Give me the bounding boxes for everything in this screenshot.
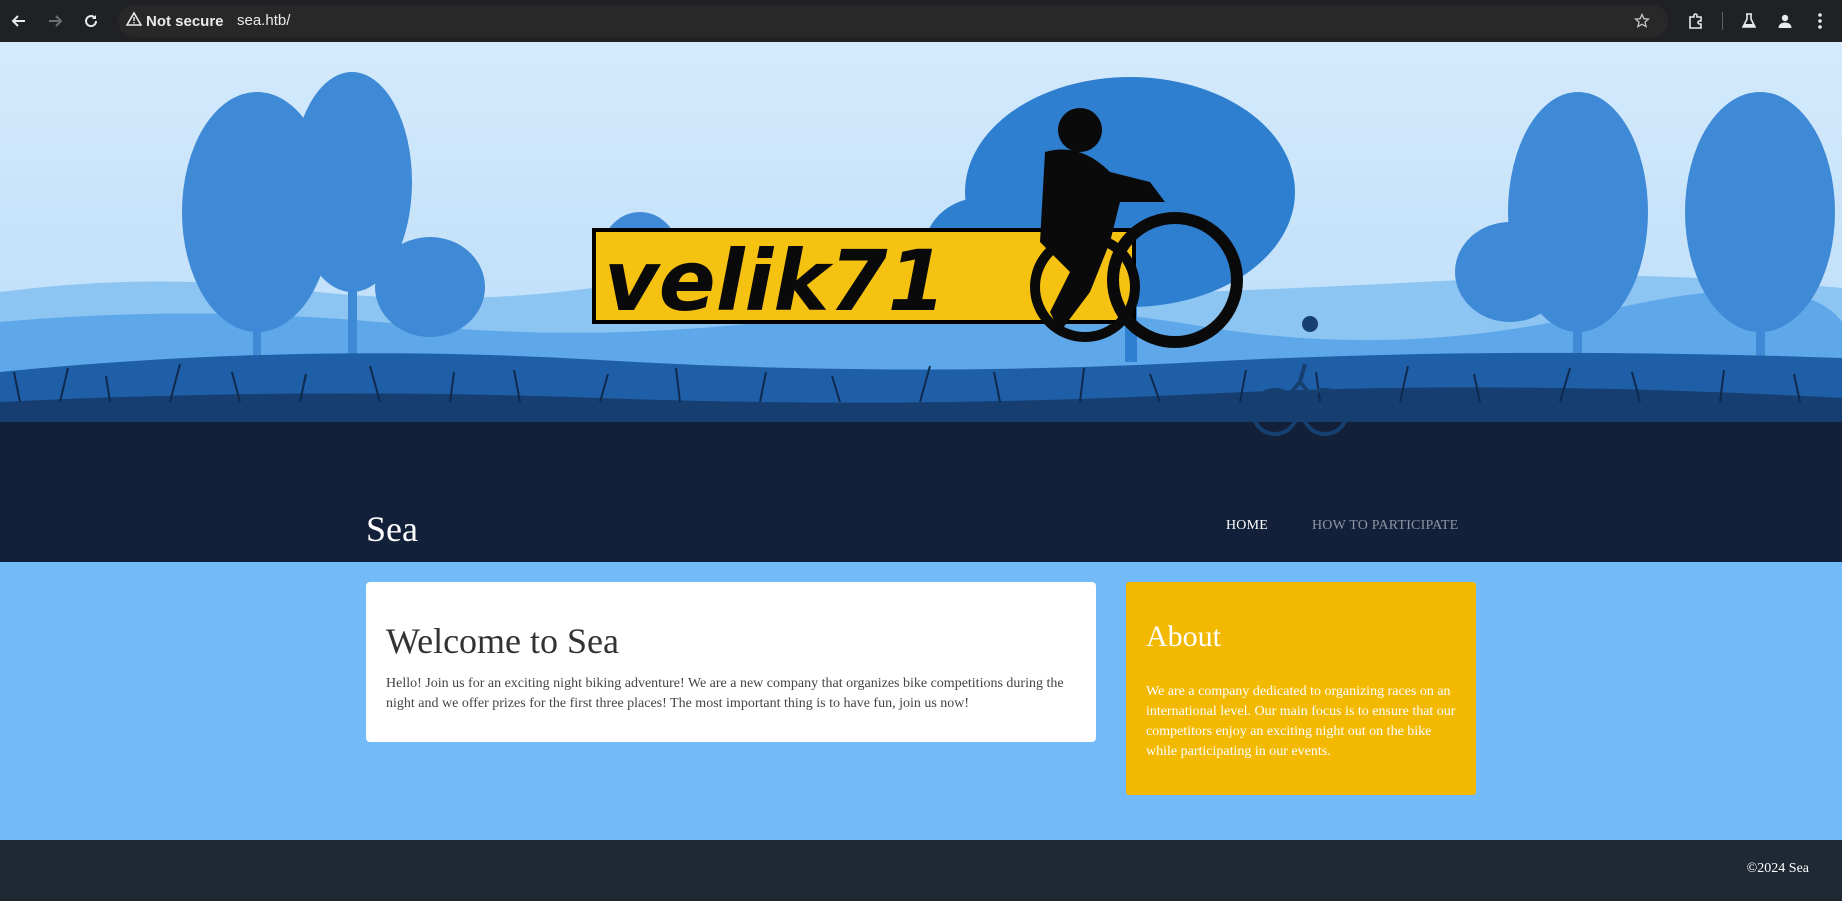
- star-icon[interactable]: [1630, 9, 1654, 33]
- welcome-card: Welcome to Sea Hello! Join us for an exc…: [366, 582, 1096, 742]
- web-page: velik71 Sea HOME HOW TO PARTICIPATE Welc…: [0, 42, 1842, 901]
- browser-toolbar: Not secure sea.htb/: [0, 0, 1842, 42]
- about-heading: About: [1146, 620, 1221, 653]
- arrow-right-icon[interactable]: [43, 9, 67, 33]
- security-label: Not secure: [146, 12, 224, 30]
- address-bar[interactable]: Not secure sea.htb/: [118, 5, 1668, 37]
- puzzle-icon[interactable]: [1684, 9, 1708, 33]
- reload-icon[interactable]: [79, 9, 103, 33]
- about-text: We are a company dedicated to organizing…: [1146, 684, 1456, 759]
- person-icon[interactable]: [1773, 9, 1797, 33]
- toolbar-divider: [1722, 12, 1723, 30]
- copyright-text: ©2024 Sea: [1746, 861, 1809, 876]
- kebab-menu-icon[interactable]: [1808, 9, 1832, 33]
- nav-home-link[interactable]: HOME: [1226, 518, 1268, 534]
- svg-text:velik71: velik71: [604, 232, 946, 330]
- warning-icon: [125, 11, 143, 31]
- hero-banner: velik71 Sea HOME HOW TO PARTICIPATE: [0, 42, 1842, 562]
- site-footer: ©2024 Sea: [0, 840, 1842, 901]
- security-indicator[interactable]: Not secure: [125, 5, 224, 37]
- url-text[interactable]: sea.htb/: [237, 5, 290, 37]
- nav-how-to-participate-link[interactable]: HOW TO PARTICIPATE: [1312, 518, 1458, 534]
- welcome-text: Hello! Join us for an exciting night bik…: [386, 676, 1064, 711]
- content-area: Welcome to Sea Hello! Join us for an exc…: [0, 562, 1842, 840]
- about-card: About We are a company dedicated to orga…: [1126, 582, 1476, 795]
- forest-illustration: velik71: [0, 42, 1842, 562]
- welcome-heading: Welcome to Sea: [386, 621, 620, 661]
- arrow-left-icon[interactable]: [7, 9, 31, 33]
- site-title[interactable]: Sea: [366, 508, 418, 550]
- flask-icon[interactable]: [1737, 9, 1761, 33]
